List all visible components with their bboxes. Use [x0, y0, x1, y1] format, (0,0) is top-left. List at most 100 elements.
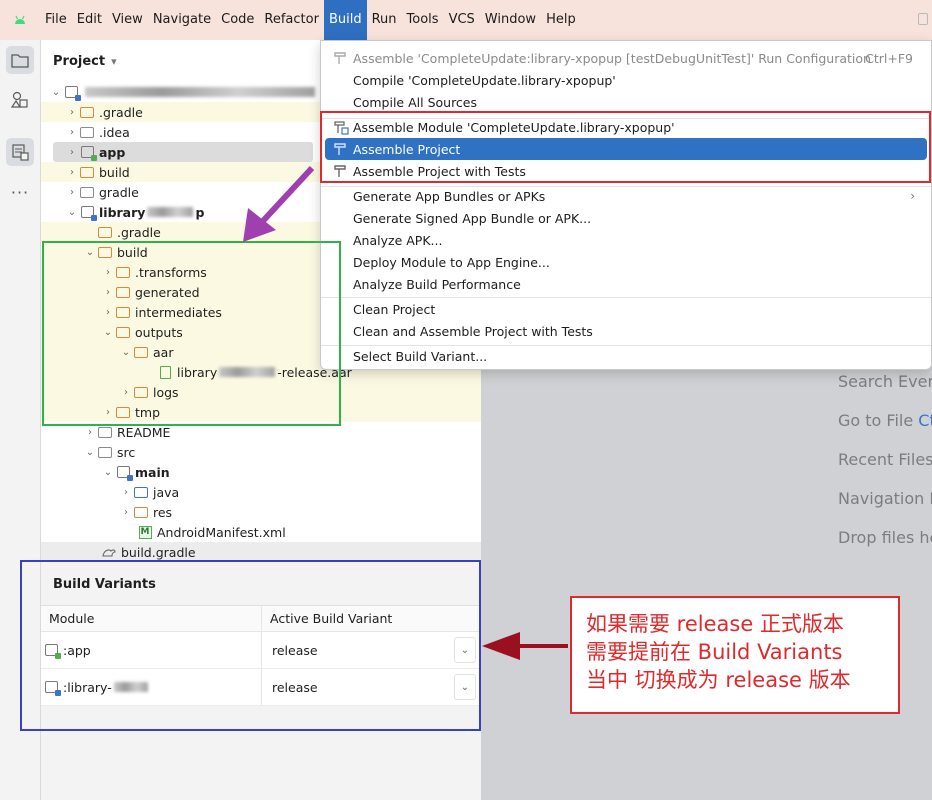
menu-item-clean-project[interactable]: Clean Project [325, 298, 927, 320]
menu-item-label: Analyze APK... [353, 232, 443, 248]
menu-item-deploy-app-engine[interactable]: Deploy Module to App Engine... [325, 251, 927, 273]
blurred-module-name [147, 207, 194, 217]
tree-label: app [99, 144, 126, 160]
menu-tools[interactable]: Tools [402, 0, 444, 40]
annotation-line: 需要提前在 Build Variants [586, 640, 843, 664]
hammer-icon [334, 52, 346, 64]
menu-item-compile-all[interactable]: Compile All Sources [325, 91, 927, 113]
tree-row-src[interactable]: ⌄ src [41, 442, 481, 462]
menu-item-analyze-apk[interactable]: Analyze APK... [325, 229, 927, 251]
hint-drop-files: Drop files he [838, 528, 932, 547]
source-set-icon [115, 465, 133, 481]
manifest-file-icon: M [137, 525, 153, 539]
annotation-line: 当中 切换成为 release 版本 [586, 668, 851, 692]
tree-row-res[interactable]: › res [41, 502, 481, 522]
menu-item-generate-signed[interactable]: Generate Signed App Bundle or APK... [325, 207, 927, 229]
chevron-right-icon: › [70, 126, 74, 138]
chevron-down-icon: ⌄ [85, 446, 95, 458]
menu-item-generate-bundles[interactable]: Generate App Bundles or APKs › [325, 185, 927, 207]
tree-row-java[interactable]: › java [41, 482, 481, 502]
folder-icon [79, 125, 95, 139]
menu-edit[interactable]: Edit [72, 0, 107, 40]
project-panel-title: Project [53, 53, 106, 69]
chevron-down-icon: ⌄ [67, 206, 77, 218]
more-tools-button[interactable]: ··· [6, 178, 34, 206]
menu-window[interactable]: Window [480, 0, 541, 40]
android-studio-logo-icon [0, 0, 40, 40]
menu-code[interactable]: Code [216, 0, 259, 40]
hint-go-to-file-text: Go to File [838, 411, 914, 430]
menu-item-label: Compile 'CompleteUpdate.library-xpopup' [353, 72, 616, 88]
menu-item-label: Generate Signed App Bundle or APK... [353, 210, 592, 226]
hint-go-to-file-shortcut: Ct [918, 411, 932, 430]
chevron-right-icon: › [910, 189, 915, 203]
resource-folder-icon [133, 505, 149, 519]
tree-label: build [99, 164, 130, 180]
chevron-right-icon: › [70, 166, 74, 178]
tree-row-manifest[interactable]: M AndroidManifest.xml [41, 522, 481, 542]
folder-icon [97, 425, 113, 439]
menu-run[interactable]: Run [367, 0, 402, 40]
menu-item-analyze-build-performance[interactable]: Analyze Build Performance [325, 273, 927, 295]
menu-navigate[interactable]: Navigate [148, 0, 216, 40]
menu-item-compile-module[interactable]: Compile 'CompleteUpdate.library-xpopup' [325, 69, 927, 91]
gradle-file-icon [101, 545, 117, 559]
hint-navigation-bar: Navigation B [838, 489, 932, 508]
menu-item-label: Deploy Module to App Engine... [353, 254, 550, 270]
folder-icon [79, 165, 95, 179]
tree-label: java [153, 484, 180, 500]
menu-item-label: Clean and Assemble Project with Tests [353, 323, 593, 339]
tree-label: main [135, 464, 170, 480]
folder-icon [79, 105, 95, 119]
menu-item-label: Compile All Sources [353, 94, 478, 110]
menu-item-label: Assemble 'CompleteUpdate:library-xpopup … [353, 50, 871, 66]
annotation-red-box [320, 111, 931, 183]
menu-file[interactable]: File [40, 0, 72, 40]
menu-item-label: Select Build Variant... [353, 348, 488, 364]
project-tool-button[interactable] [6, 46, 34, 74]
chevron-right-icon: › [124, 506, 128, 518]
chevron-right-icon: › [70, 106, 74, 118]
menu-refactor[interactable]: Refactor [259, 0, 324, 40]
more-icon: ··· [10, 182, 30, 202]
tree-row-build-gradle[interactable]: build.gradle [41, 542, 481, 560]
annotation-blue-box [20, 560, 481, 731]
menu-build[interactable]: Build [323, 0, 367, 40]
tree-label: res [153, 504, 173, 520]
menu-view[interactable]: View [107, 0, 148, 40]
folder-icon [11, 53, 29, 68]
hint-recent-files: Recent Files [838, 450, 932, 469]
tree-label: gradle [99, 184, 139, 200]
build-variants-tool-button[interactable] [6, 138, 34, 166]
tree-label: build.gradle [121, 544, 196, 560]
tree-label: src [117, 444, 136, 460]
menu-item-label: Analyze Build Performance [353, 276, 521, 292]
menu-vcs[interactable]: VCS [444, 0, 480, 40]
chevron-down-icon: ⌄ [103, 466, 113, 478]
blurred-project-name [85, 87, 315, 97]
window-layout-icon[interactable] [918, 13, 928, 25]
chevron-right-icon: › [88, 426, 92, 438]
menu-item-select-build-variant[interactable]: Select Build Variant... [325, 345, 927, 367]
build-dropdown-menu: Assemble 'CompleteUpdate:library-xpopup … [320, 40, 932, 370]
resource-manager-button[interactable] [6, 86, 34, 114]
menu-help[interactable]: Help [541, 0, 581, 40]
annotation-green-box [42, 241, 341, 426]
hint-search-everywhere: Search Every [838, 372, 932, 391]
chevron-down-icon: ▾ [111, 54, 117, 68]
library-module-icon [79, 205, 97, 221]
tree-label: .idea [99, 124, 130, 140]
annotation-note-box: 如果需要 release 正式版本 需要提前在 Build Variants 当… [570, 596, 900, 714]
tree-label: library [99, 204, 146, 220]
tree-label: .gradle [117, 224, 161, 240]
chevron-down-icon: ⌄ [51, 86, 61, 98]
tree-row-app[interactable]: › app [53, 142, 313, 162]
menu-item-assemble-run-config[interactable]: Assemble 'CompleteUpdate:library-xpopup … [325, 47, 927, 69]
menu-bar: File Edit View Navigate Code Refactor Bu… [0, 0, 932, 40]
chevron-right-icon: › [70, 146, 74, 158]
tree-row-main[interactable]: ⌄ main [41, 462, 481, 482]
menu-item-clean-assemble-tests[interactable]: Clean and Assemble Project with Tests [325, 320, 927, 342]
menu-item-label: Clean Project [353, 301, 436, 317]
build-variants-icon [12, 144, 29, 161]
tree-label: README [117, 424, 171, 440]
